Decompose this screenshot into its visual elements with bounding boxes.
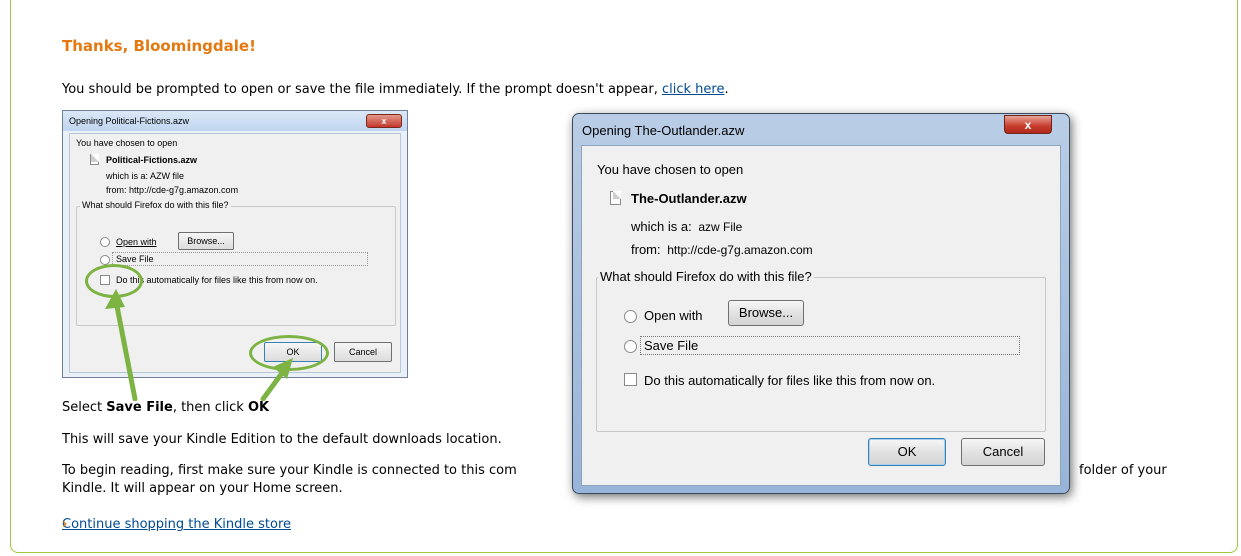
- instruction-mid: , then click: [172, 400, 248, 415]
- green-arrows-icon: [105, 289, 293, 401]
- file-icon: [610, 191, 621, 205]
- from-row: from: http://cde-g7g.amazon.com: [631, 242, 813, 257]
- save-file-label[interactable]: Save File: [644, 338, 698, 353]
- open-with-radio[interactable]: [624, 310, 637, 323]
- dialog-title: Opening The-Outlander.azw: [582, 123, 745, 138]
- intro-sentence: You should be prompted to open or save t…: [62, 82, 662, 97]
- begin-reading-line1: To begin reading, first make sure your K…: [62, 463, 517, 478]
- from-label: from:: [631, 242, 661, 257]
- browse-button[interactable]: Browse...: [728, 300, 804, 326]
- cancel-button[interactable]: Cancel: [961, 438, 1045, 466]
- which-is-value: azw File: [698, 220, 743, 234]
- chevron-right-icon: ›: [62, 517, 68, 532]
- save-file-radio[interactable]: [624, 340, 637, 353]
- intro-text: You should be prompted to open or save t…: [62, 82, 729, 97]
- instruction-ok: OK: [247, 400, 270, 415]
- dialog-body: You have chosen to open The-Outlander.az…: [581, 145, 1061, 486]
- begin-reading-line1-end: folder of your: [1079, 463, 1167, 478]
- close-icon[interactable]: x: [1004, 115, 1052, 134]
- continue-shopping: › Continue shopping the Kindle store: [62, 517, 291, 532]
- instruction-pre: Select: [62, 400, 107, 415]
- from-value: http://cde-g7g.amazon.com: [667, 243, 813, 257]
- auto-label[interactable]: Do this automatically for files like thi…: [644, 373, 935, 388]
- ok-button[interactable]: OK: [868, 438, 946, 466]
- instruction-text: Select Save File, then click OK: [62, 400, 269, 415]
- which-is-row: which is a: azw File: [631, 219, 742, 234]
- small-dialog-screenshot: Opening Political-Fictions.azw x You hav…: [62, 110, 408, 401]
- begin-reading-line2: Kindle. It will appear on your Home scre…: [62, 481, 343, 496]
- auto-checkbox[interactable]: [624, 373, 637, 386]
- intro-period: .: [724, 82, 729, 97]
- continue-shopping-link[interactable]: Continue shopping the Kindle store: [62, 517, 291, 532]
- options-question: What should Firefox do with this file?: [598, 269, 814, 284]
- page-title: Thanks, Bloomingdale!: [62, 37, 256, 55]
- open-with-label[interactable]: Open with: [644, 308, 703, 323]
- save-note: This will save your Kindle Edition to th…: [62, 432, 502, 447]
- instruction-save-file: Save File: [106, 400, 173, 415]
- click-here-link[interactable]: click here: [662, 82, 724, 97]
- chosen-text: You have chosen to open: [597, 162, 744, 177]
- dialog-filename: The-Outlander.azw: [631, 191, 747, 206]
- download-dialog: Opening The-Outlander.azw x You have cho…: [572, 113, 1070, 494]
- which-is-label: which is a:: [631, 219, 692, 234]
